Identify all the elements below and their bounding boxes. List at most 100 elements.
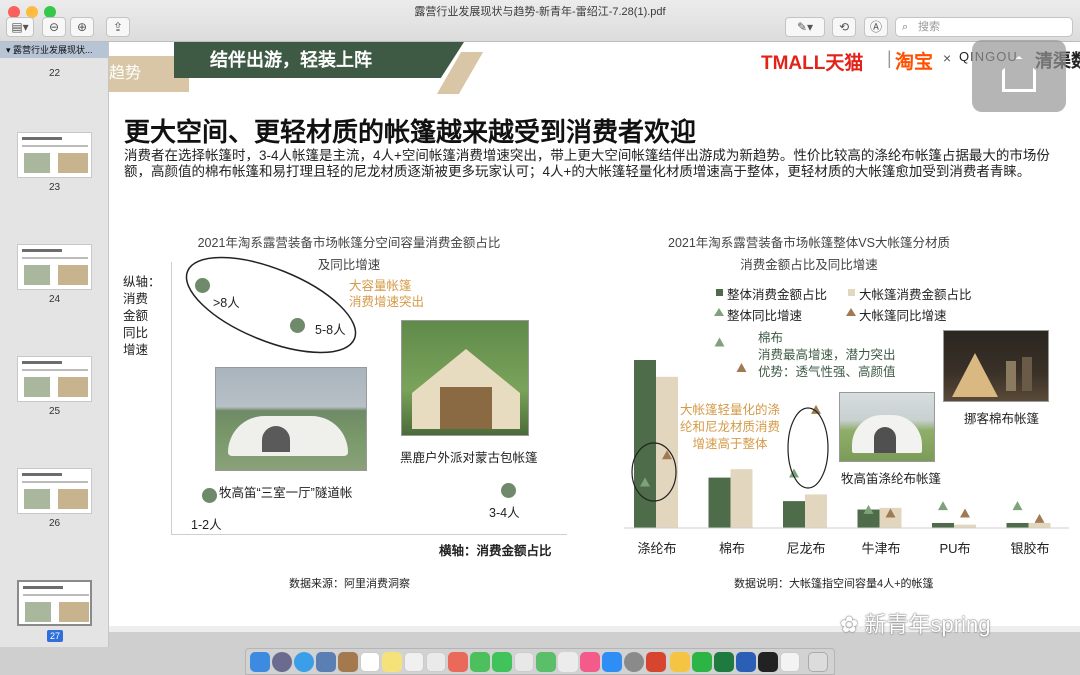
left-callout: 大容量帐篷 消费增速突出 [349, 279, 425, 309]
polyester-tent-caption: 牧高笛涤纶布帐篷 [841, 472, 942, 486]
launchpad-icon[interactable] [272, 652, 292, 672]
y-axis-label: 纵轴： 消费 金额 同比 增速 [123, 275, 161, 357]
safari-icon[interactable] [294, 652, 314, 672]
macos-dock [245, 648, 835, 675]
music-icon[interactable] [580, 652, 600, 672]
bar-large-tent [954, 524, 976, 528]
x-category-label: 银胶布 [1010, 541, 1050, 556]
page-label: 22 [48, 68, 61, 79]
wechat-icon: ✿ [840, 612, 865, 637]
office-icon[interactable] [646, 652, 666, 672]
annotate-button[interactable]: Ⓐ [864, 17, 888, 37]
sidebar-icon: ▤▾ [11, 20, 29, 34]
word-icon[interactable] [736, 652, 756, 672]
zoom-in-button[interactable]: ⊕ [70, 17, 94, 37]
cotton-callout: 棉布 消费最高增速，潜力突出 优势：透气性强、高颜值 [758, 331, 896, 379]
page-label: 23 [48, 182, 61, 193]
x-category-label: 尼龙布 [786, 541, 826, 556]
yurt-tent-photo [401, 320, 529, 436]
legend-swatch [716, 289, 723, 296]
share-icon: ⇪ [112, 20, 124, 34]
left-source-note: 数据来源：阿里消费洞察 [289, 578, 410, 590]
search-input[interactable]: ⌕ 搜索 [895, 17, 1073, 37]
page-thumbnail[interactable] [17, 356, 92, 402]
reminders-icon[interactable] [404, 652, 424, 672]
cotton-tent-caption: 挪客棉布帐篷 [964, 412, 1040, 426]
pages-icon[interactable] [514, 652, 534, 672]
scatter-point [195, 278, 210, 293]
messages-icon[interactable] [470, 652, 490, 672]
bar-overall [783, 501, 805, 528]
legend-label: 整体消费金额占比 [727, 288, 828, 302]
page-thumbnail[interactable] [17, 132, 92, 178]
notes-icon[interactable] [382, 652, 402, 672]
x-category-label: 棉布 [718, 541, 745, 556]
bar-overall [708, 477, 731, 528]
zoom-in-icon: ⊕ [76, 20, 88, 34]
mail-icon[interactable] [316, 652, 336, 672]
zoom-out-icon: ⊖ [48, 20, 60, 34]
growth-marker-overall [863, 504, 874, 514]
scatter-label: 5-8人 [315, 323, 346, 337]
wechat-app-icon[interactable] [692, 652, 712, 672]
highlight-ellipse [631, 442, 677, 502]
rotate-button[interactable]: ⟲ [832, 17, 856, 37]
excel-icon[interactable] [714, 652, 734, 672]
numbers-icon[interactable] [536, 652, 556, 672]
page-label: 24 [48, 294, 61, 305]
bar-overall [932, 522, 954, 528]
right-chart-title-2: 消费金额占比及同比增速 [740, 258, 878, 272]
contacts-icon[interactable] [338, 652, 358, 672]
growth-marker-large-tent [1034, 513, 1045, 523]
sidebar-doc-title[interactable]: ▾ 露营行业发展现状... [0, 42, 108, 58]
system-preferences-icon[interactable] [624, 652, 644, 672]
share-button[interactable]: ⇪ [106, 17, 130, 37]
legend-swatch [848, 289, 855, 296]
tunnel-tent-photo [215, 367, 367, 471]
page-label: 26 [48, 518, 61, 529]
page-thumbnail[interactable] [17, 468, 92, 514]
window-title: 露营行业发展现状与趋势-新青年-雷绍江-7.28(1).pdf [414, 6, 666, 18]
app-store-icon[interactable] [602, 652, 622, 672]
facetime-icon[interactable] [492, 652, 512, 672]
page-label: 25 [48, 406, 61, 417]
thumbnail-sidebar: ▾ 露营行业发展现状... 22 23 24 25 26 27 [0, 42, 109, 647]
overlay-home-widget[interactable] [972, 40, 1066, 112]
logo-times: × [943, 50, 952, 66]
trash-icon[interactable] [808, 652, 828, 672]
left-chart-title-1: 2021年淘系露营装备市场帐篷分空间容量消费金额占比 [197, 236, 501, 250]
page-thumbnail[interactable] [17, 244, 92, 290]
cotton-tent-photo [943, 330, 1049, 402]
tunnel-tent-caption: 牧高笛“三室一厅”隧道帐 [219, 486, 353, 500]
legend-triangle [846, 308, 856, 316]
scatter-label: >8人 [213, 296, 240, 310]
terminal-icon[interactable] [758, 652, 778, 672]
taobao-logo: 淘宝 [895, 52, 934, 73]
scatter-label: 3-4人 [489, 506, 520, 520]
markup-button[interactable]: ✎▾ [785, 17, 825, 37]
page-thumbnail-selected[interactable] [17, 580, 92, 626]
growth-marker-overall [1012, 501, 1023, 511]
zoom-out-button[interactable]: ⊖ [42, 17, 66, 37]
bar-overall [1006, 522, 1029, 528]
annotate-icon: Ⓐ [869, 20, 882, 34]
bar-large-tent [730, 469, 753, 528]
finder-icon[interactable] [250, 652, 270, 672]
x-axis-line [171, 534, 567, 535]
window-titlebar: 露营行业发展现状与趋势-新青年-雷绍江-7.28(1).pdf ▤▾ ⊖ ⊕ ⇪… [0, 0, 1080, 42]
calendar-icon[interactable] [360, 652, 380, 672]
app-icon[interactable] [670, 652, 690, 672]
disclosure-icon: ▾ [6, 45, 14, 55]
maps-icon[interactable] [426, 652, 446, 672]
growth-marker-overall [714, 337, 725, 347]
sidebar-toggle-button[interactable]: ▤▾ [6, 17, 34, 37]
slide-title: 更大空间、更轻材质的帐篷越来越受到消费者欢迎 [124, 117, 697, 147]
growth-marker-large-tent [960, 508, 970, 518]
search-icon: ⌕ [902, 21, 909, 33]
preview-icon[interactable] [780, 652, 800, 672]
growth-marker-overall [938, 501, 948, 511]
scatter-label: 1-2人 [191, 518, 222, 532]
scatter-point [290, 318, 305, 333]
photos-icon[interactable] [448, 652, 468, 672]
keynote-icon[interactable] [558, 652, 578, 672]
